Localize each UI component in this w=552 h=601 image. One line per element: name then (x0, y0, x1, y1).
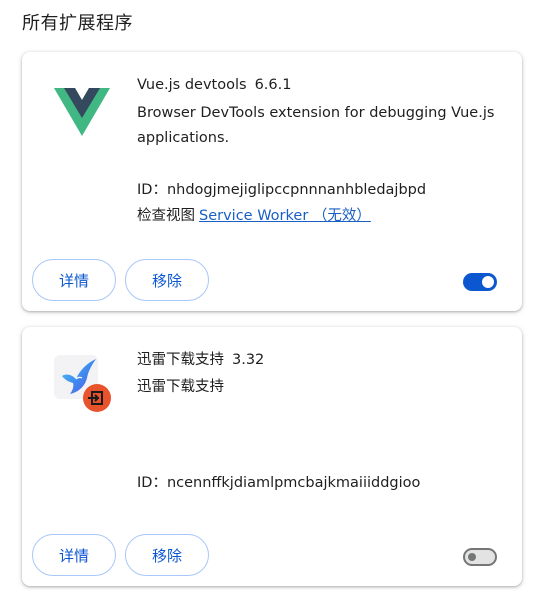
vue-logo-icon (52, 76, 112, 136)
enable-toggle[interactable] (463, 548, 497, 566)
inspect-views-label: 检查视图 (137, 208, 195, 224)
extension-name: 迅雷下载支持 (137, 352, 224, 368)
extension-card-thunder: 迅雷下载支持 3.32 迅雷下载支持 ID：ncennffkjdiamlpmcba… (22, 327, 522, 586)
details-button[interactable]: 详情 (32, 259, 116, 301)
section-title: 所有扩展程序 (22, 13, 133, 34)
extension-info: Vue.js devtools 6.6.1 Browser DevTools ex… (137, 74, 507, 227)
extension-version: 6.6.1 (254, 77, 292, 93)
remove-button[interactable]: 移除 (125, 259, 209, 301)
details-button[interactable]: 详情 (32, 534, 116, 576)
extension-id-line: ID：nhdogjmejiglipccpnnnanhbledajbpd (137, 179, 507, 201)
extension-version: 3.32 (232, 352, 265, 368)
inspect-views-line: 检查视图 Service Worker （无效） (137, 205, 507, 227)
extension-name-line: Vue.js devtools 6.6.1 (137, 74, 507, 96)
enable-toggle[interactable] (463, 273, 497, 291)
service-worker-link[interactable]: Service Worker （无效） (199, 208, 371, 224)
remove-button[interactable]: 移除 (125, 534, 209, 576)
toggle-knob (482, 276, 494, 288)
extension-description: Browser DevTools extension for debugging… (137, 105, 495, 146)
extension-card-vue-devtools: Vue.js devtools 6.6.1 Browser DevTools ex… (22, 52, 522, 311)
extension-id: nhdogjmejiglipccpnnnanhbledajbpd (166, 182, 427, 198)
extension-id-label: ID： (137, 182, 167, 198)
extension-info: 迅雷下载支持 3.32 迅雷下载支持 ID：ncennffkjdiamlpmcba… (137, 349, 507, 494)
extension-id-line: ID：ncennffkjdiamlpmcbajkmaiiiddgioo (137, 472, 507, 494)
disabled-badge-icon (83, 384, 111, 412)
extension-id: ncennffkjdiamlpmcbajkmaiiiddgioo (166, 475, 421, 491)
extension-description: 迅雷下载支持 (137, 379, 224, 395)
extension-name-line: 迅雷下载支持 3.32 (137, 349, 507, 371)
extension-name: Vue.js devtools (137, 77, 247, 93)
extension-id-label: ID： (137, 475, 167, 491)
toggle-knob (468, 553, 476, 561)
